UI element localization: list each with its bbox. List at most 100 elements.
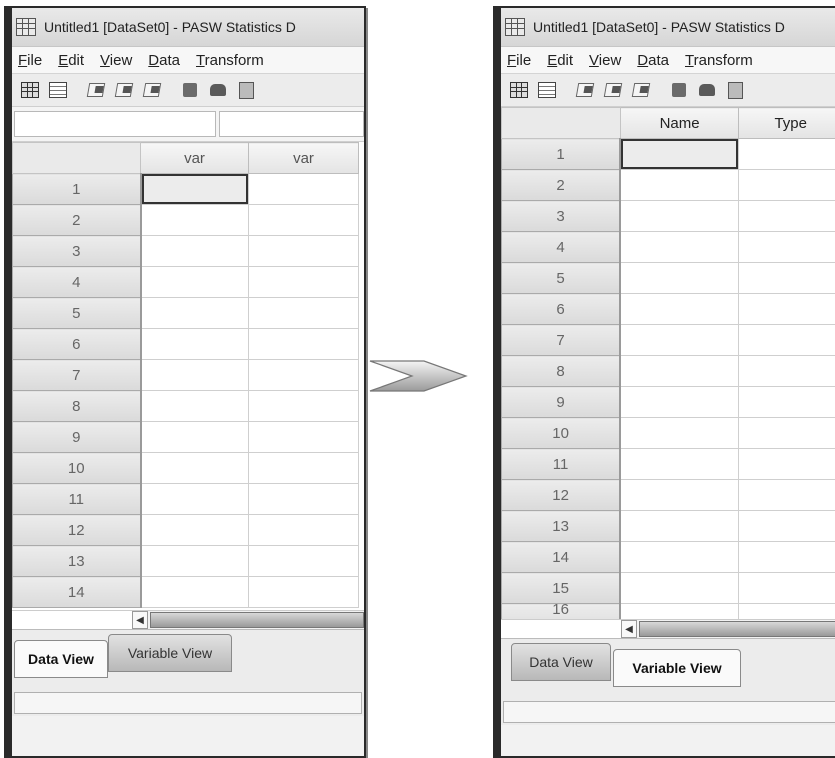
horizontal-scrollbar[interactable]: ◀ [12,610,364,629]
cell[interactable] [248,421,359,453]
horizontal-scrollbar[interactable]: ◀ [501,619,835,638]
cell[interactable] [619,479,740,511]
menu-transform[interactable]: Transform [685,52,753,69]
menu-edit[interactable]: Edit [547,52,573,69]
cell[interactable] [738,324,835,356]
row-header[interactable]: 8 [501,355,622,387]
cell[interactable] [738,355,835,387]
print-icon[interactable] [208,81,228,99]
cell[interactable] [248,266,359,298]
row-header[interactable]: 10 [12,452,142,484]
menu-file[interactable]: File [507,52,531,69]
data-view-icon[interactable] [509,81,529,99]
menu-data[interactable]: Data [637,52,669,69]
grid-corner[interactable] [12,142,141,174]
cell[interactable] [140,421,249,453]
tab-data-view[interactable]: Data View [14,640,108,678]
row-header[interactable]: 6 [501,293,622,325]
row-header[interactable]: 12 [501,479,622,511]
cell[interactable] [619,200,740,232]
menu-file[interactable]: File [18,52,42,69]
row-header[interactable]: 11 [12,483,142,515]
row-header[interactable]: 4 [12,266,142,298]
cell[interactable] [248,328,359,360]
row-header[interactable]: 13 [501,510,622,542]
row-header[interactable]: 7 [12,359,142,391]
cell[interactable] [248,483,359,515]
cell[interactable] [619,448,740,480]
scroll-left-icon[interactable]: ◀ [621,620,637,638]
active-cell[interactable] [140,173,249,205]
cell[interactable] [140,266,249,298]
row-header[interactable]: 5 [501,262,622,294]
cell[interactable] [738,603,835,619]
scrollbar-thumb[interactable] [150,612,364,628]
cell[interactable] [619,572,740,604]
row-header[interactable]: 6 [12,328,142,360]
row-header[interactable]: 12 [12,514,142,546]
cell[interactable] [738,200,835,232]
menu-edit[interactable]: Edit [58,52,84,69]
row-header[interactable]: 9 [501,386,622,418]
column-header-name[interactable]: Name [619,107,740,139]
cell[interactable] [248,545,359,577]
cell[interactable] [738,138,835,170]
cell[interactable] [619,293,740,325]
cell[interactable] [738,169,835,201]
active-cell[interactable] [619,138,740,170]
cell[interactable] [140,297,249,329]
row-header[interactable]: 15 [501,572,622,604]
scroll-left-icon[interactable]: ◀ [132,611,148,629]
cell[interactable] [619,417,740,449]
save-icon[interactable] [669,81,689,99]
cell[interactable] [619,603,740,619]
cell[interactable] [738,417,835,449]
cell[interactable] [619,510,740,542]
row-header[interactable]: 14 [501,541,622,573]
column-header[interactable]: var [248,142,359,174]
preview-icon[interactable] [236,81,256,99]
cell[interactable] [140,204,249,236]
cell[interactable] [738,231,835,263]
row-header[interactable]: 11 [501,448,622,480]
row-header[interactable]: 2 [501,169,622,201]
cell[interactable] [619,169,740,201]
cell[interactable] [248,173,359,205]
scrollbar-thumb[interactable] [639,621,835,637]
dialog-icon[interactable] [86,81,106,99]
cell-reference-field[interactable] [14,111,216,137]
cell[interactable] [738,293,835,325]
row-header[interactable]: 5 [12,297,142,329]
cell[interactable] [738,448,835,480]
cell[interactable] [140,235,249,267]
cell[interactable] [738,386,835,418]
cell[interactable] [619,262,740,294]
cell[interactable] [140,576,249,608]
cell[interactable] [619,386,740,418]
cell[interactable] [140,514,249,546]
cell[interactable] [248,297,359,329]
cell[interactable] [248,204,359,236]
cell[interactable] [248,576,359,608]
title-bar[interactable]: Untitled1 [DataSet0] - PASW Statistics D [501,8,835,47]
cell[interactable] [619,541,740,573]
cell[interactable] [248,235,359,267]
data-view-icon[interactable] [20,81,40,99]
menu-transform[interactable]: Transform [196,52,264,69]
cell[interactable] [619,324,740,356]
column-header[interactable]: var [140,142,249,174]
row-header[interactable]: 8 [12,390,142,422]
menu-data[interactable]: Data [148,52,180,69]
cell[interactable] [248,452,359,484]
cell[interactable] [619,231,740,263]
cell[interactable] [140,359,249,391]
preview-icon[interactable] [725,81,745,99]
tab-data-view[interactable]: Data View [511,643,611,681]
dialog-icon[interactable] [142,81,162,99]
cell[interactable] [738,572,835,604]
title-bar[interactable]: Untitled1 [DataSet0] - PASW Statistics D [12,8,364,47]
cell[interactable] [140,545,249,577]
menu-view[interactable]: View [589,52,621,69]
dialog-icon[interactable] [603,81,623,99]
dialog-icon[interactable] [631,81,651,99]
